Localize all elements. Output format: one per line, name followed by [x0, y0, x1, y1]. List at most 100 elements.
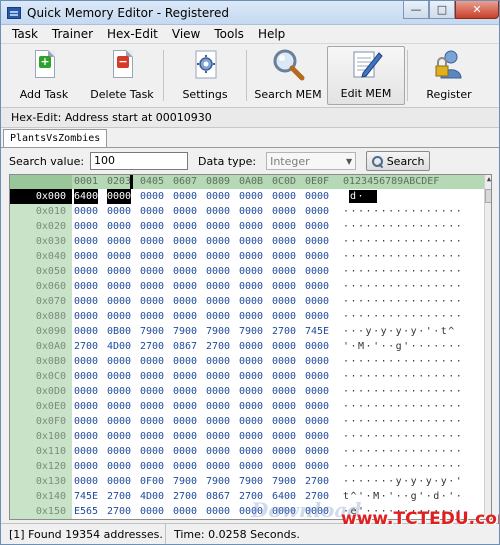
hex-cell[interactable]: 0000: [173, 429, 197, 444]
maximize-button[interactable]: □: [429, 1, 455, 19]
hex-cell[interactable]: 0000: [140, 264, 164, 279]
hex-cell[interactable]: 2700: [305, 474, 329, 489]
minimize-button[interactable]: —: [403, 1, 429, 19]
search-button[interactable]: Search: [366, 151, 431, 171]
hex-cell[interactable]: 0000: [239, 204, 263, 219]
delete-task-button[interactable]: − Delete Task: [83, 46, 161, 105]
hex-cell[interactable]: 0000: [272, 204, 296, 219]
hex-cell[interactable]: 6400: [74, 189, 99, 204]
hex-row-ascii[interactable]: ···y·y·y·y·'·t^: [343, 324, 456, 339]
hex-cell[interactable]: 0000: [107, 294, 131, 309]
hex-cell[interactable]: 0000: [140, 234, 164, 249]
hex-cell[interactable]: 0000: [74, 399, 98, 414]
menu-task[interactable]: Task: [5, 27, 45, 41]
hex-cell[interactable]: 0000: [140, 459, 164, 474]
hex-cell[interactable]: 0000: [140, 294, 164, 309]
hex-cell[interactable]: 0000: [206, 309, 230, 324]
hex-cell[interactable]: 0000: [74, 369, 98, 384]
menu-hex-edit[interactable]: Hex-Edit: [100, 27, 165, 41]
hex-cell[interactable]: 0000: [74, 354, 98, 369]
hex-row-ascii[interactable]: ················: [343, 429, 463, 444]
hex-cell[interactable]: 2700: [140, 339, 164, 354]
hex-cell[interactable]: 7900: [206, 474, 230, 489]
hex-cell[interactable]: 0000: [74, 444, 98, 459]
hex-cell[interactable]: 0000: [107, 279, 131, 294]
hex-cell[interactable]: 0000: [272, 444, 296, 459]
hex-cell[interactable]: 0000: [272, 339, 296, 354]
hex-cell[interactable]: 0000: [272, 429, 296, 444]
hex-cell[interactable]: 0000: [239, 444, 263, 459]
hex-cell[interactable]: 0000: [173, 264, 197, 279]
hex-cell[interactable]: 0000: [140, 189, 164, 204]
hex-cell[interactable]: 0000: [239, 399, 263, 414]
hex-cell[interactable]: 4D00: [107, 339, 131, 354]
hex-cell[interactable]: 0000: [305, 414, 329, 429]
hex-cell[interactable]: 0000: [206, 354, 230, 369]
hex-cell[interactable]: 0000: [173, 459, 197, 474]
hex-cell[interactable]: 7900: [140, 324, 164, 339]
hex-cell[interactable]: 0000: [107, 354, 131, 369]
data-type-select[interactable]: Integer ▼: [266, 152, 357, 170]
menu-help[interactable]: Help: [251, 27, 292, 41]
hex-cell[interactable]: 0000: [107, 264, 131, 279]
register-button[interactable]: Register: [410, 46, 488, 105]
hex-cell[interactable]: 7900: [206, 324, 230, 339]
hex-row-ascii[interactable]: ················: [343, 459, 463, 474]
hex-cell[interactable]: 0000: [272, 219, 296, 234]
hex-cell[interactable]: 0000: [305, 219, 329, 234]
hex-row-ascii[interactable]: ················: [343, 444, 463, 459]
hex-cell[interactable]: 0000: [239, 294, 263, 309]
hex-cell[interactable]: 0000: [305, 384, 329, 399]
add-task-button[interactable]: + Add Task: [5, 46, 83, 105]
hex-cell[interactable]: 0000: [239, 459, 263, 474]
menu-trainer[interactable]: Trainer: [45, 27, 100, 41]
vertical-scrollbar[interactable]: ▲: [484, 175, 491, 519]
hex-cell[interactable]: 0000: [206, 294, 230, 309]
hex-cell[interactable]: 0000: [173, 504, 197, 519]
hex-cell[interactable]: 0000: [206, 444, 230, 459]
hex-row-ascii[interactable]: d·: [350, 189, 470, 204]
hex-cell[interactable]: 0000: [140, 414, 164, 429]
hex-cell[interactable]: 0867: [173, 339, 197, 354]
hex-cell[interactable]: 0000: [305, 249, 329, 264]
hex-cell[interactable]: 0000: [107, 399, 131, 414]
hex-cell[interactable]: 0000: [107, 309, 131, 324]
hex-cell[interactable]: 7900: [239, 324, 263, 339]
hex-cell[interactable]: 0000: [140, 429, 164, 444]
hex-cell[interactable]: 0000: [305, 444, 329, 459]
hex-cell[interactable]: 0000: [74, 249, 98, 264]
hex-cell[interactable]: 0000: [206, 204, 230, 219]
hex-row-ascii[interactable]: ················: [343, 234, 463, 249]
hex-cell[interactable]: 0000: [74, 294, 98, 309]
hex-cell[interactable]: 0000: [140, 384, 164, 399]
hex-cell[interactable]: 7900: [173, 474, 197, 489]
hex-cell[interactable]: 0000: [239, 309, 263, 324]
hex-cell[interactable]: 0000: [74, 384, 98, 399]
hex-cell[interactable]: 0000: [206, 264, 230, 279]
hex-cell[interactable]: 0000: [107, 384, 131, 399]
hex-cell[interactable]: 0000: [305, 429, 329, 444]
hex-cell[interactable]: 0000: [239, 339, 263, 354]
hex-cell[interactable]: 2700: [107, 489, 131, 504]
hex-cell[interactable]: 0000: [272, 264, 296, 279]
hex-row-ascii[interactable]: ················: [343, 309, 463, 324]
hex-cell[interactable]: E565: [74, 504, 98, 519]
search-mem-button[interactable]: Search MEM: [249, 46, 327, 105]
hex-row-ascii[interactable]: ················: [343, 249, 463, 264]
hex-cell[interactable]: 0000: [107, 249, 131, 264]
hex-cell[interactable]: 0000: [239, 429, 263, 444]
hex-cell[interactable]: 0000: [272, 384, 296, 399]
hex-cell[interactable]: 0000: [305, 369, 329, 384]
hex-row-ascii[interactable]: ················: [343, 414, 463, 429]
hex-cell[interactable]: 0000: [239, 249, 263, 264]
hex-cell[interactable]: 0000: [305, 189, 329, 204]
hex-cell[interactable]: 0000: [173, 414, 197, 429]
hex-cell[interactable]: 0000: [74, 309, 98, 324]
hex-row-ascii[interactable]: ················: [343, 384, 463, 399]
hex-cell[interactable]: 0000: [140, 399, 164, 414]
hex-cell[interactable]: 0000: [107, 444, 131, 459]
hex-row-ascii[interactable]: ················: [343, 204, 463, 219]
hex-cell[interactable]: 0000: [305, 399, 329, 414]
hex-cell[interactable]: 2700: [74, 339, 98, 354]
title-bar[interactable]: Quick Memory Editor - Registered — □ ✕: [1, 1, 499, 25]
